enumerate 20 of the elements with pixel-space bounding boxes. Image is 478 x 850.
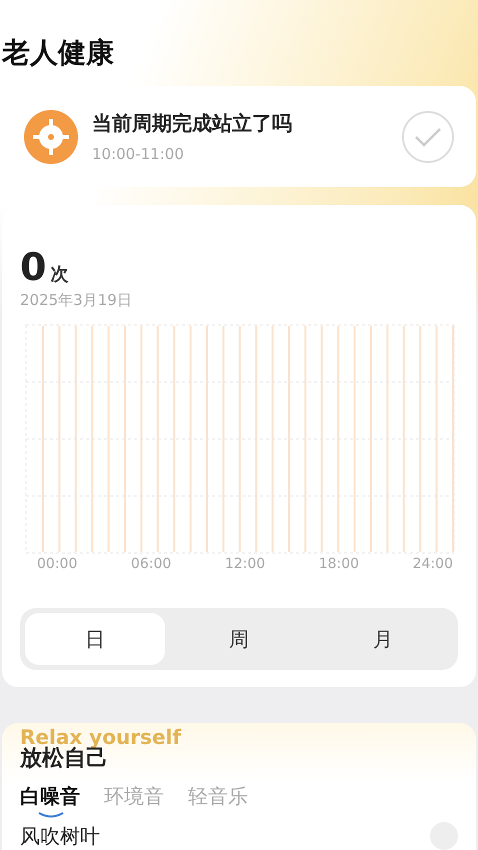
date-label: 2025年3月19日 xyxy=(20,291,133,310)
section-title: 放松自己 xyxy=(20,746,108,773)
period-tab[interactable]: 周 xyxy=(169,613,309,666)
period-tab[interactable]: 日 xyxy=(25,613,165,666)
checkmark-icon xyxy=(414,126,442,147)
count-unit: 次 xyxy=(50,263,68,286)
target-icon xyxy=(24,110,78,164)
reminder-time: 10:00-11:00 xyxy=(92,145,185,164)
axis-label: 12:00 xyxy=(224,556,266,572)
axis-label: 18:00 xyxy=(318,556,360,572)
count-value: 0 xyxy=(20,245,46,290)
reminder-title: 当前周期完成站立了吗 xyxy=(92,110,293,138)
period-tab[interactable]: 月 xyxy=(313,613,453,666)
axis-label: 24:00 xyxy=(412,556,453,572)
sound-name[interactable]: 风吹树叶 xyxy=(20,822,100,850)
sound-tab[interactable]: 白噪音 xyxy=(20,783,80,818)
axis-label: 00:00 xyxy=(37,556,78,572)
page-title: 老人健康 xyxy=(2,35,115,71)
axis-label: 06:00 xyxy=(130,556,172,572)
tab-indicator xyxy=(38,812,64,818)
